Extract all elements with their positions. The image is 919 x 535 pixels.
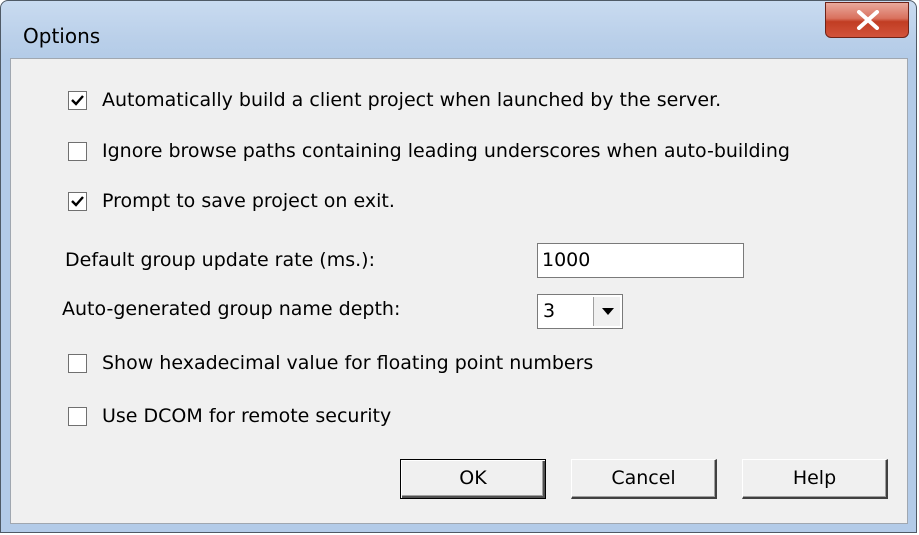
hex-float-option[interactable]: Show hexadecimal value for floating poin… <box>68 352 593 374</box>
auto-build-option[interactable]: Automatically build a client project whe… <box>68 89 721 111</box>
prompt-save-label: Prompt to save project on exit. <box>102 190 395 212</box>
name-depth-label: Auto-generated group name depth: <box>62 298 401 320</box>
name-depth-value: 3 <box>543 300 556 322</box>
prompt-save-checkbox[interactable] <box>68 191 87 211</box>
hex-float-checkbox[interactable] <box>68 353 87 373</box>
dcom-checkbox[interactable] <box>68 406 87 426</box>
ignore-underscores-checkbox[interactable] <box>68 141 87 161</box>
auto-build-label: Automatically build a client project whe… <box>102 89 722 111</box>
name-depth-select[interactable]: 3 <box>537 294 623 329</box>
close-icon <box>857 10 879 30</box>
ignore-underscores-label: Ignore browse paths containing leading u… <box>102 140 790 162</box>
dialog-client-area: Automatically build a client project whe… <box>10 58 908 524</box>
ignore-underscores-option[interactable]: Ignore browse paths containing leading u… <box>68 140 790 162</box>
chevron-down-icon <box>602 308 614 315</box>
auto-build-checkbox[interactable] <box>68 90 87 110</box>
cancel-button[interactable]: Cancel <box>571 459 717 499</box>
dcom-option[interactable]: Use DCOM for remote security <box>68 405 391 427</box>
update-rate-input[interactable]: 1000 <box>537 243 744 278</box>
close-button[interactable] <box>825 2 909 38</box>
checkmark-icon <box>71 195 84 207</box>
checkmark-icon <box>71 94 84 106</box>
dcom-label: Use DCOM for remote security <box>102 405 392 427</box>
update-rate-label: Default group update rate (ms.): <box>65 249 375 271</box>
prompt-save-option[interactable]: Prompt to save project on exit. <box>68 190 395 212</box>
help-button[interactable]: Help <box>742 459 888 499</box>
dropdown-button[interactable] <box>593 297 620 326</box>
options-dialog: Options Automatically build a client pro… <box>0 0 917 533</box>
ok-button[interactable]: OK <box>400 459 546 499</box>
dialog-title: Options <box>23 24 101 48</box>
hex-float-label: Show hexadecimal value for floating poin… <box>102 352 594 374</box>
